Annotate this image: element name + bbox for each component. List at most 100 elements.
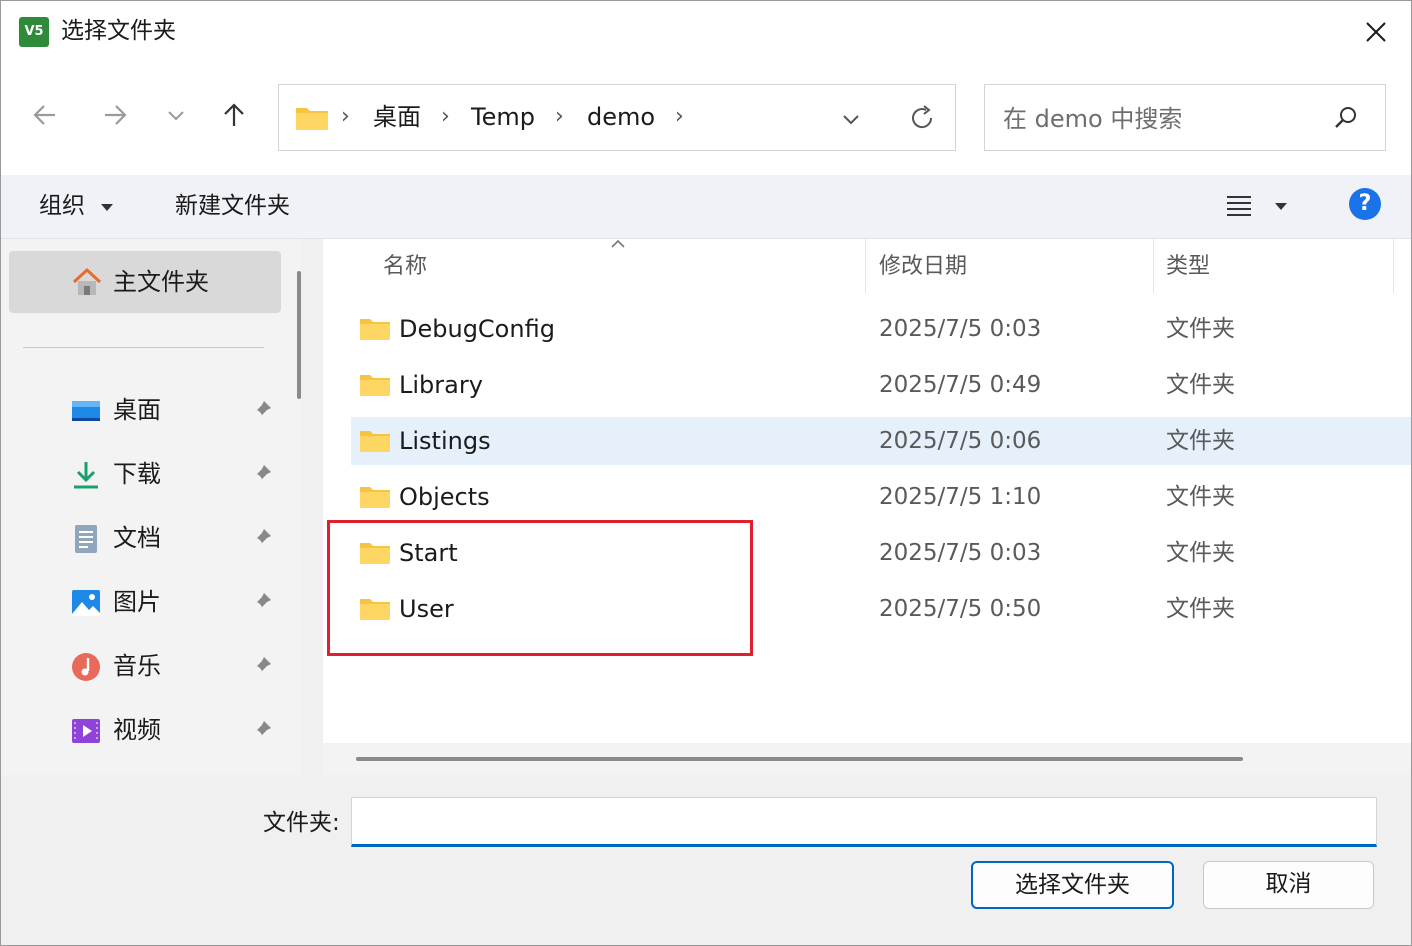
select-folder-button[interactable]: 选择文件夹 (971, 861, 1174, 909)
sidebar-item-music[interactable]: 音乐 (61, 641, 283, 691)
close-icon (1366, 22, 1386, 42)
sidebar-item-label: 桌面 (113, 396, 161, 424)
address-bar[interactable]: › 桌面 › Temp › demo › (278, 84, 956, 151)
file-modified-date: 2025/7/5 0:49 (879, 372, 1042, 398)
file-modified-date: 2025/7/5 1:10 (879, 484, 1042, 510)
title-bar: V5 选择文件夹 (1, 1, 1411, 63)
breadcrumb-temp[interactable]: Temp (471, 100, 535, 134)
breadcrumb-desktop[interactable]: 桌面 (373, 100, 421, 134)
file-name: Library (399, 371, 483, 399)
folder-icon (360, 431, 390, 452)
file-list: 名称 修改日期 类型 DebugConfig 2025/7/5 0:03 文件夹 Li… (323, 239, 1411, 743)
file-modified-date: 2025/7/5 0:06 (879, 428, 1042, 454)
table-row[interactable]: Listings 2025/7/5 0:06 文件夹 (351, 417, 1411, 465)
up-button[interactable] (214, 95, 254, 135)
file-name: Objects (399, 483, 490, 511)
pin-icon[interactable] (251, 527, 273, 549)
navigation-pane: 主文件夹 桌面 下载 文档 图片 音乐 视频 (1, 239, 301, 775)
file-type: 文件夹 (1166, 596, 1235, 622)
sidebar-item-pictures[interactable]: 图片 (61, 577, 283, 627)
file-type: 文件夹 (1166, 372, 1235, 398)
file-type: 文件夹 (1166, 540, 1235, 566)
sidebar-item-home[interactable]: 主文件夹 (9, 251, 281, 313)
organize-menu[interactable]: 组织 (39, 189, 114, 223)
file-type: 文件夹 (1166, 316, 1235, 342)
breadcrumb-separator: › (341, 104, 350, 129)
folder-icon (360, 375, 390, 396)
file-name: DebugConfig (399, 315, 555, 343)
refresh-icon[interactable] (907, 103, 937, 133)
column-divider[interactable] (865, 239, 866, 293)
back-button[interactable] (25, 95, 65, 135)
sidebar-divider (23, 347, 264, 348)
search-input[interactable] (1001, 99, 1325, 139)
breadcrumb-separator: › (441, 104, 450, 129)
view-dropdown-icon[interactable] (1274, 201, 1288, 211)
folder-icon (360, 487, 390, 508)
sidebar-item-documents[interactable]: 文档 (61, 513, 283, 563)
forward-button[interactable] (95, 95, 135, 135)
caret-down-icon (101, 203, 114, 211)
table-row[interactable]: Library 2025/7/5 0:49 文件夹 (351, 361, 1411, 409)
horizontal-scrollbar[interactable] (356, 757, 1243, 761)
folder-label: 文件夹: (263, 810, 340, 836)
folder-icon (296, 108, 328, 130)
pin-icon[interactable] (251, 719, 273, 741)
home-icon (72, 267, 102, 295)
arrow-left-icon (33, 105, 55, 125)
video-icon (72, 719, 100, 743)
download-icon (74, 462, 98, 489)
folder-icon (360, 319, 390, 340)
sidebar-item-label: 图片 (113, 588, 161, 616)
table-row[interactable]: DebugConfig 2025/7/5 0:03 文件夹 (351, 305, 1411, 353)
breadcrumb-separator: › (555, 104, 564, 129)
arrow-right-icon (105, 105, 127, 125)
address-history-chevron-icon[interactable] (841, 109, 861, 129)
arrow-up-icon (224, 103, 244, 126)
new-folder-button[interactable]: 新建文件夹 (175, 189, 290, 223)
sidebar-item-label: 主文件夹 (113, 268, 209, 296)
music-icon (72, 653, 100, 681)
recent-locations-button[interactable] (156, 95, 196, 135)
close-button[interactable] (1341, 1, 1411, 63)
highlight-annotation (327, 520, 753, 656)
column-divider[interactable] (1393, 239, 1394, 293)
view-options-icon[interactable] (1226, 193, 1252, 217)
sidebar-item-downloads[interactable]: 下载 (61, 449, 283, 499)
file-modified-date: 2025/7/5 0:50 (879, 596, 1042, 622)
file-modified-date: 2025/7/5 0:03 (879, 316, 1042, 342)
sidebar-item-label: 视频 (113, 716, 161, 744)
pin-icon[interactable] (251, 463, 273, 485)
column-header-modified[interactable]: 修改日期 (879, 251, 967, 283)
file-type: 文件夹 (1166, 484, 1235, 510)
pin-icon[interactable] (251, 399, 273, 421)
search-box[interactable] (984, 84, 1386, 151)
document-icon (75, 525, 97, 553)
folder-picker-dialog: V5 选择文件夹 › 桌面 › Temp › demo › 在 demo 中搜索… (0, 0, 1412, 946)
folder-name-input[interactable] (351, 797, 1377, 847)
column-divider[interactable] (1153, 239, 1154, 293)
pin-icon[interactable] (251, 591, 273, 613)
column-header-name[interactable]: 名称 (383, 251, 427, 283)
sidebar-item-label: 音乐 (113, 652, 161, 680)
sort-ascending-icon (611, 239, 625, 248)
chevron-down-icon (168, 111, 184, 121)
cancel-button[interactable]: 取消 (1203, 861, 1374, 909)
sidebar-scrollbar[interactable] (297, 271, 301, 399)
table-row[interactable]: Objects 2025/7/5 1:10 文件夹 (351, 473, 1411, 521)
sidebar-item-videos[interactable]: 视频 (61, 705, 283, 755)
pin-icon[interactable] (251, 655, 273, 677)
picture-icon (72, 590, 100, 616)
command-bar: 组织 新建文件夹 (1, 175, 1411, 239)
breadcrumb-demo[interactable]: demo (587, 100, 655, 134)
file-type: 文件夹 (1166, 428, 1235, 454)
window-title: 选择文件夹 (61, 18, 176, 44)
file-modified-date: 2025/7/5 0:03 (879, 540, 1042, 566)
sidebar-item-desktop[interactable]: 桌面 (61, 385, 283, 435)
help-button[interactable]: ? (1349, 188, 1381, 220)
app-icon: V5 (19, 17, 49, 47)
column-header-type[interactable]: 类型 (1166, 251, 1210, 283)
organize-label: 组织 (39, 193, 85, 219)
search-icon[interactable] (1333, 105, 1359, 131)
breadcrumb-separator[interactable]: › (675, 100, 684, 134)
